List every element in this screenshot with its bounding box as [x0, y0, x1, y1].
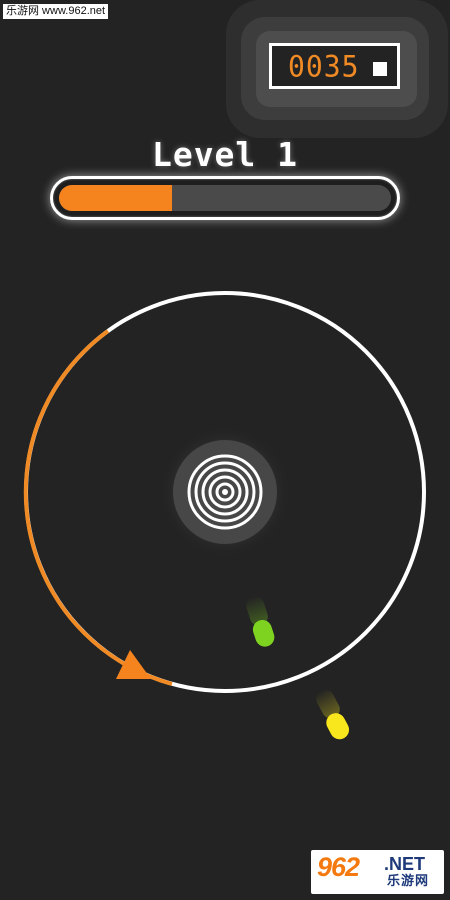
- logo-cn: 乐游网: [387, 874, 430, 889]
- game-field[interactable]: [0, 0, 450, 900]
- logo-net: .NET: [384, 854, 426, 874]
- site-logo-watermark: 962 .NET 乐游网: [311, 850, 444, 894]
- target-core: [222, 489, 228, 495]
- orbit-progress-arc: [23, 329, 173, 686]
- logo-number: 962: [317, 852, 360, 882]
- game-screen: 乐游网 www.962.net 0035 Level 1 962 .NET 乐游…: [0, 0, 450, 900]
